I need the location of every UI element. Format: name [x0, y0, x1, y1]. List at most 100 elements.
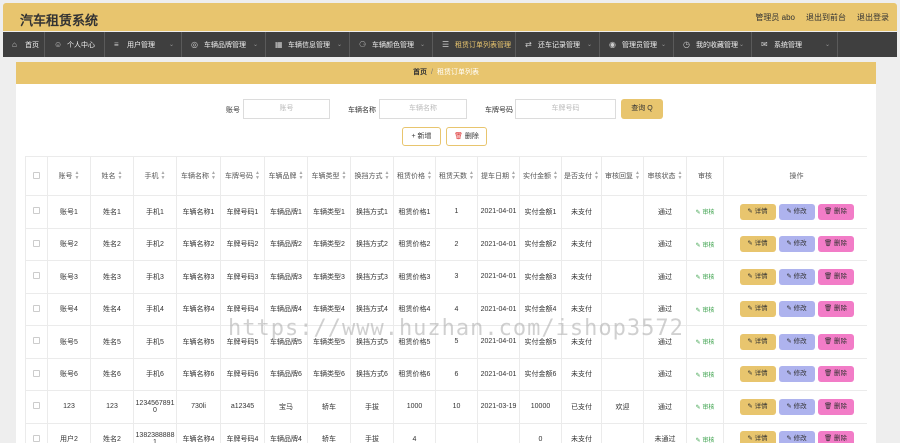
audit-link[interactable]: ✎ 审核	[696, 405, 715, 411]
row-checkbox-cell[interactable]	[25, 325, 48, 359]
column-header[interactable]: 姓名 ▲ ▼	[90, 156, 134, 196]
remove-button[interactable]: 🗑 删除	[817, 236, 854, 253]
row-checkbox[interactable]	[33, 337, 40, 345]
column-header[interactable]: 实付金额 ▲ ▼	[519, 156, 562, 196]
row-checkbox-cell[interactable]	[25, 260, 48, 294]
audit-link[interactable]: ✎ 审核	[696, 438, 715, 443]
sort-icon[interactable]: ▲ ▼	[553, 171, 558, 181]
nav-item-8[interactable]: ◉ 管理员管理 ⌄	[600, 32, 674, 57]
remove-button[interactable]: 🗑 删除	[817, 431, 854, 443]
nav-item-7[interactable]: ⇄ 还车记录管理 ⌄	[516, 32, 600, 57]
audit-cell[interactable]: ✎ 审核	[686, 357, 724, 391]
plate-search-input[interactable]: 车牌号码	[515, 99, 616, 119]
detail-button[interactable]: ✎ 详情	[739, 203, 776, 220]
edit-button[interactable]: ✎ 修改	[778, 366, 815, 383]
add-button[interactable]: + 新增	[402, 127, 441, 146]
detail-button[interactable]: ✎ 详情	[739, 268, 776, 285]
sort-icon[interactable]: ▲ ▼	[255, 171, 260, 181]
edit-button[interactable]: ✎ 修改	[778, 203, 815, 220]
detail-button[interactable]: ✎ 详情	[739, 236, 776, 253]
remove-button[interactable]: 🗑 删除	[817, 203, 854, 220]
column-header[interactable]: 审核回复 ▲ ▼	[601, 156, 644, 196]
column-header[interactable]: 换挡方式 ▲ ▼	[350, 156, 394, 196]
column-header[interactable]: 租赁价格 ▲ ▼	[393, 156, 436, 196]
column-header[interactable]: 是否支付 ▲ ▼	[561, 156, 602, 196]
row-checkbox[interactable]	[33, 272, 40, 280]
column-header[interactable]: 账号 ▲ ▼	[47, 156, 91, 196]
column-header[interactable]: 车辆品牌 ▲ ▼	[264, 156, 308, 196]
sort-icon[interactable]: ▲ ▼	[385, 171, 390, 181]
row-checkbox-cell[interactable]	[25, 390, 48, 424]
remove-button[interactable]: 🗑 删除	[817, 333, 854, 350]
row-checkbox-cell[interactable]	[25, 357, 48, 391]
column-header[interactable]: 手机 ▲ ▼	[133, 156, 177, 196]
select-all-checkbox-cell[interactable]	[25, 156, 48, 196]
nav-item-10[interactable]: ✉ 系统管理 ⌄	[752, 32, 838, 57]
nav-item-0[interactable]: ⌂ 首页	[3, 32, 45, 57]
edit-button[interactable]: ✎ 修改	[778, 236, 815, 253]
detail-button[interactable]: ✎ 详情	[739, 301, 776, 318]
batch-delete-button[interactable]: 🗑 删除	[446, 127, 487, 146]
column-header[interactable]: 车辆名称 ▲ ▼	[176, 156, 221, 196]
nav-item-5[interactable]: ⚆ 车辆颜色管理 ⌄	[350, 32, 433, 57]
sort-icon[interactable]: ▲ ▼	[635, 171, 640, 181]
detail-button[interactable]: ✎ 详情	[739, 366, 776, 383]
account-search-input[interactable]: 账号	[243, 99, 330, 119]
edit-button[interactable]: ✎ 修改	[778, 333, 815, 350]
audit-link[interactable]: ✎ 审核	[696, 210, 715, 216]
nav-item-9[interactable]: ◷ 我的收藏管理 ⌄	[674, 32, 752, 57]
sort-icon[interactable]: ▲ ▼	[211, 171, 216, 181]
sort-icon[interactable]: ▲ ▼	[469, 171, 474, 181]
row-checkbox[interactable]	[33, 239, 40, 247]
nav-item-1[interactable]: ☺ 个人中心	[45, 32, 105, 57]
row-checkbox[interactable]	[33, 434, 40, 442]
sort-icon[interactable]: ▲ ▼	[75, 171, 80, 181]
edit-button[interactable]: ✎ 修改	[778, 398, 815, 415]
audit-cell[interactable]: ✎ 审核	[686, 195, 724, 229]
sort-icon[interactable]: ▲ ▼	[299, 171, 304, 181]
audit-link[interactable]: ✎ 审核	[696, 308, 715, 314]
audit-cell[interactable]: ✎ 审核	[686, 292, 724, 326]
audit-cell[interactable]: ✎ 审核	[686, 422, 724, 443]
remove-button[interactable]: 🗑 删除	[817, 398, 854, 415]
remove-button[interactable]: 🗑 删除	[817, 301, 854, 318]
car-name-search-input[interactable]: 车辆名称	[379, 99, 467, 119]
nav-item-6[interactable]: ☰ 租赁订单列表管理 ⌄	[433, 32, 516, 57]
row-checkbox[interactable]	[33, 402, 40, 410]
audit-cell[interactable]: ✎ 审核	[686, 325, 724, 359]
breadcrumb-home[interactable]: 首页	[413, 69, 427, 76]
remove-button[interactable]: 🗑 删除	[817, 366, 854, 383]
sort-icon[interactable]: ▲ ▼	[118, 171, 123, 181]
row-checkbox-cell[interactable]	[25, 422, 48, 443]
edit-button[interactable]: ✎ 修改	[778, 301, 815, 318]
remove-button[interactable]: 🗑 删除	[817, 268, 854, 285]
query-button[interactable]: 查询 Q	[621, 99, 663, 119]
row-checkbox-cell[interactable]	[25, 292, 48, 326]
logout-link[interactable]: 退出登录	[857, 12, 889, 23]
sort-icon[interactable]: ▲ ▼	[342, 171, 347, 181]
column-header[interactable]: 车牌号码 ▲ ▼	[220, 156, 265, 196]
detail-button[interactable]: ✎ 详情	[739, 431, 776, 443]
exit-to-front-link[interactable]: 退出到前台	[806, 12, 846, 23]
sort-icon[interactable]: ▲ ▼	[427, 171, 432, 181]
audit-cell[interactable]: ✎ 审核	[686, 260, 724, 294]
row-checkbox-cell[interactable]	[25, 227, 48, 261]
sort-icon[interactable]: ▲ ▼	[511, 171, 516, 181]
sort-icon[interactable]: ▲ ▼	[678, 171, 683, 181]
sort-icon[interactable]: ▲ ▼	[161, 171, 166, 181]
row-checkbox-cell[interactable]	[25, 195, 48, 229]
column-header[interactable]: 车辆类型 ▲ ▼	[307, 156, 351, 196]
detail-button[interactable]: ✎ 详情	[739, 333, 776, 350]
row-checkbox[interactable]	[33, 207, 40, 215]
audit-cell[interactable]: ✎ 审核	[686, 390, 724, 424]
column-header[interactable]: 审核状态 ▲ ▼	[643, 156, 687, 196]
column-header[interactable]: 提车日期 ▲ ▼	[477, 156, 520, 196]
nav-item-2[interactable]: ≡ 用户管理 ⌄	[105, 32, 182, 57]
row-checkbox[interactable]	[33, 369, 40, 377]
sort-icon[interactable]: ▲ ▼	[594, 171, 599, 181]
edit-button[interactable]: ✎ 修改	[778, 431, 815, 443]
audit-cell[interactable]: ✎ 审核	[686, 227, 724, 261]
audit-link[interactable]: ✎ 审核	[696, 373, 715, 379]
edit-button[interactable]: ✎ 修改	[778, 268, 815, 285]
audit-link[interactable]: ✎ 审核	[696, 340, 715, 346]
